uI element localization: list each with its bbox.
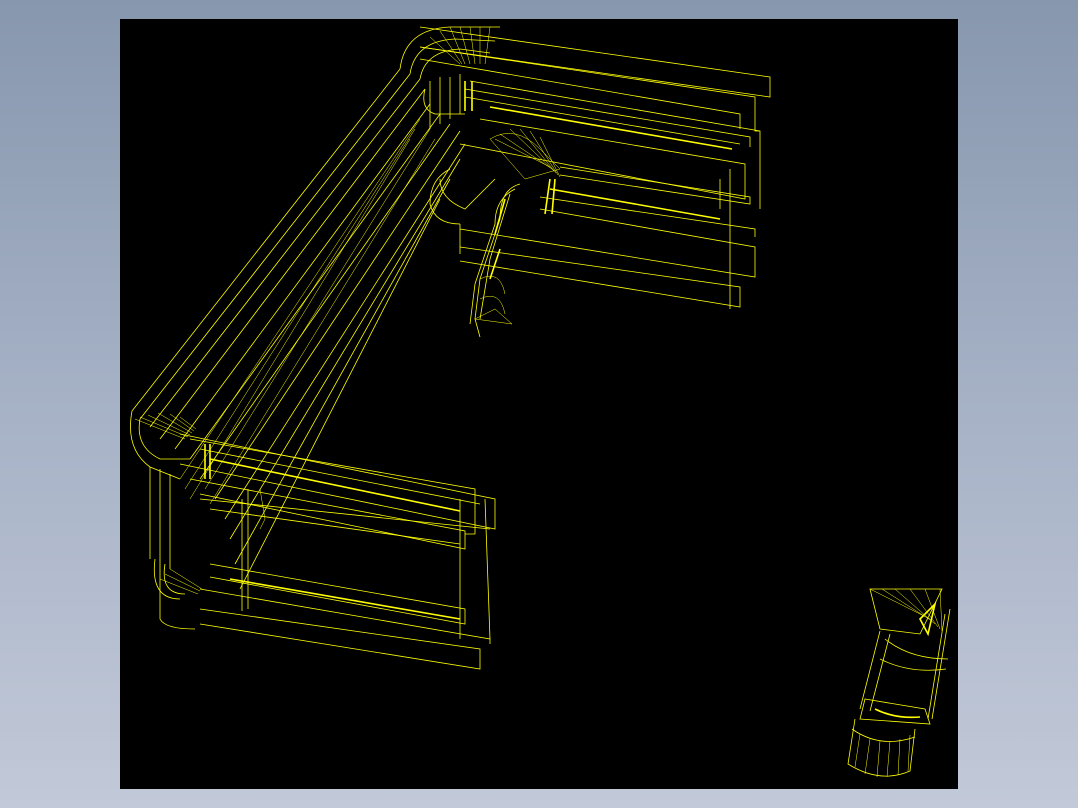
diagonal-arm-edges: [131, 68, 466, 590]
wireframe-drawing: [130, 26, 951, 778]
lower-arm-edges: [179, 433, 496, 670]
corner-frame-profile: [130, 26, 771, 670]
cad-window-background: [0, 0, 1078, 808]
upper-arm-edges: [419, 26, 771, 309]
cylindrical-pin-part: [847, 588, 951, 778]
top-corner-fillet: [399, 26, 500, 129]
bottom-corner-fillet: [130, 410, 211, 630]
cad-viewport[interactable]: [120, 19, 958, 789]
inner-hook-detail: [429, 128, 561, 338]
